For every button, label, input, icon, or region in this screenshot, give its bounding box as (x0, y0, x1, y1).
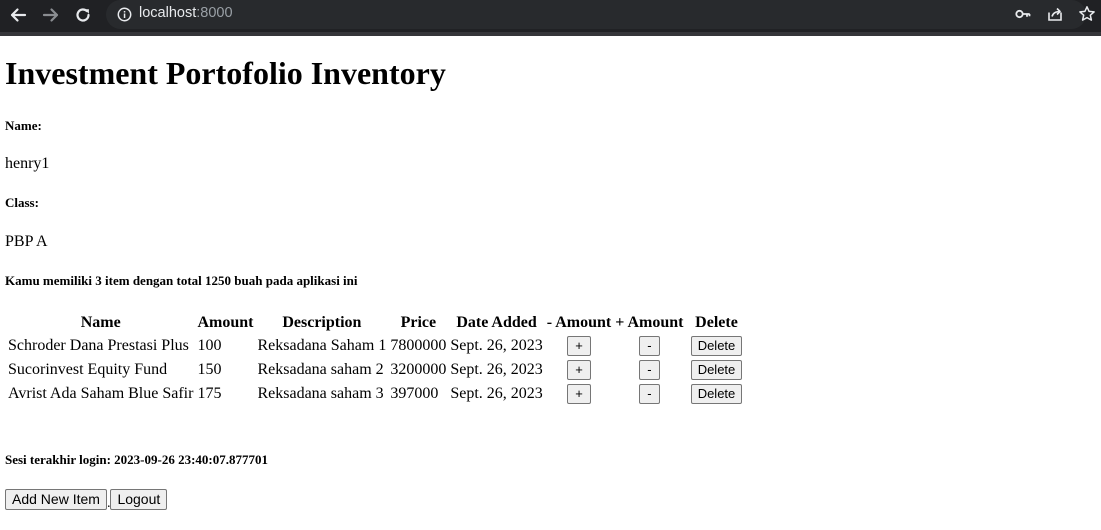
class-label: Class: (5, 195, 39, 210)
cell-date-added: Sept. 26, 2023 (450, 337, 543, 354)
url-port: :8000 (196, 5, 233, 21)
column-header-price: Price (400, 314, 437, 331)
increment-button[interactable]: + (567, 360, 591, 380)
cell-plus-amount: - (614, 335, 684, 357)
name-label: Name: (5, 118, 42, 133)
cell-plus-amount: - (614, 383, 684, 405)
table-row: Avrist Ada Saham Blue Safir 175 Reksadan… (7, 383, 746, 405)
add-new-item-button[interactable]: Add New Item (5, 489, 107, 510)
table-row: Sucorinvest Equity Fund 150 Reksadana sa… (7, 359, 746, 381)
cell-amount: 100 (197, 337, 222, 354)
last-login-text: Sesi terakhir login: 2023-09-26 23:40:07… (5, 452, 268, 467)
url-host: localhost (139, 5, 197, 21)
item-summary: Kamu memiliki 3 item dengan total 1250 b… (5, 273, 358, 288)
increment-button[interactable]: + (567, 336, 591, 356)
delete-button[interactable]: Delete (690, 384, 743, 404)
forward-arrow-icon[interactable] (39, 3, 63, 27)
column-header-delete: Delete (695, 314, 738, 331)
cell-description: Reksadana Saham 1 (257, 337, 387, 354)
decrement-button[interactable]: - (639, 336, 660, 356)
column-header-plus-amount: + Amount (615, 314, 684, 331)
cell-delete: Delete (686, 335, 746, 357)
column-header-minus-amount: - Amount (546, 314, 612, 331)
cell-minus-amount: + (546, 359, 612, 381)
cell-price: 7800000 (390, 337, 447, 354)
table-header-row: Name Amount Description Price Date Added… (7, 313, 746, 333)
class-value: PBP A (5, 233, 48, 250)
cell-name: Avrist Ada Saham Blue Safir (8, 385, 194, 402)
cell-description: Reksadana saham 2 (257, 361, 384, 378)
reload-icon[interactable] (71, 3, 95, 27)
column-header-description: Description (282, 314, 362, 331)
page-title: Investment Portofolio Inventory (5, 55, 446, 91)
cell-amount: 150 (197, 361, 222, 378)
column-header-amount: Amount (197, 314, 254, 331)
decrement-button[interactable]: - (639, 360, 660, 380)
cell-delete: Delete (686, 383, 746, 405)
back-arrow-icon[interactable] (6, 3, 30, 27)
delete-button[interactable]: Delete (690, 360, 743, 380)
address-bar[interactable]: localhost:8000 (106, 0, 1086, 29)
cell-price: 397000 (390, 385, 439, 402)
column-header-date-added: Date Added (456, 314, 537, 331)
cell-minus-amount: + (546, 335, 612, 357)
cell-date-added: Sept. 26, 2023 (450, 361, 543, 378)
logout-button[interactable]: Logout (110, 489, 168, 510)
cell-minus-amount: + (546, 383, 612, 405)
key-icon[interactable] (1014, 5, 1032, 28)
cell-date-added: Sept. 26, 2023 (450, 385, 543, 402)
cell-amount: 175 (197, 385, 222, 402)
decrement-button[interactable]: - (639, 384, 660, 404)
cell-price: 3200000 (390, 361, 447, 378)
url-text: localhost:8000 (139, 5, 233, 21)
cell-delete: Delete (686, 359, 746, 381)
browser-toolbar: localhost:8000 (0, 0, 1101, 32)
cell-description: Reksadana saham 3 (257, 385, 384, 402)
cell-name: Schroder Dana Prestasi Plus (8, 337, 189, 354)
action-buttons: Add New Item . Logout (5, 489, 168, 511)
delete-button[interactable]: Delete (690, 336, 743, 356)
toolbar-divider (0, 32, 1101, 36)
cell-name: Sucorinvest Equity Fund (8, 361, 168, 378)
share-icon[interactable] (1046, 5, 1064, 28)
name-value: henry1 (5, 155, 50, 172)
bookmark-star-icon[interactable] (1078, 5, 1096, 28)
site-info-icon[interactable] (117, 7, 132, 27)
items-table: Name Amount Description Price Date Added… (5, 311, 748, 407)
increment-button[interactable]: + (567, 384, 591, 404)
column-header-name: Name (80, 314, 121, 331)
table-row: Schroder Dana Prestasi Plus 100 Reksadan… (7, 335, 746, 357)
cell-plus-amount: - (614, 359, 684, 381)
